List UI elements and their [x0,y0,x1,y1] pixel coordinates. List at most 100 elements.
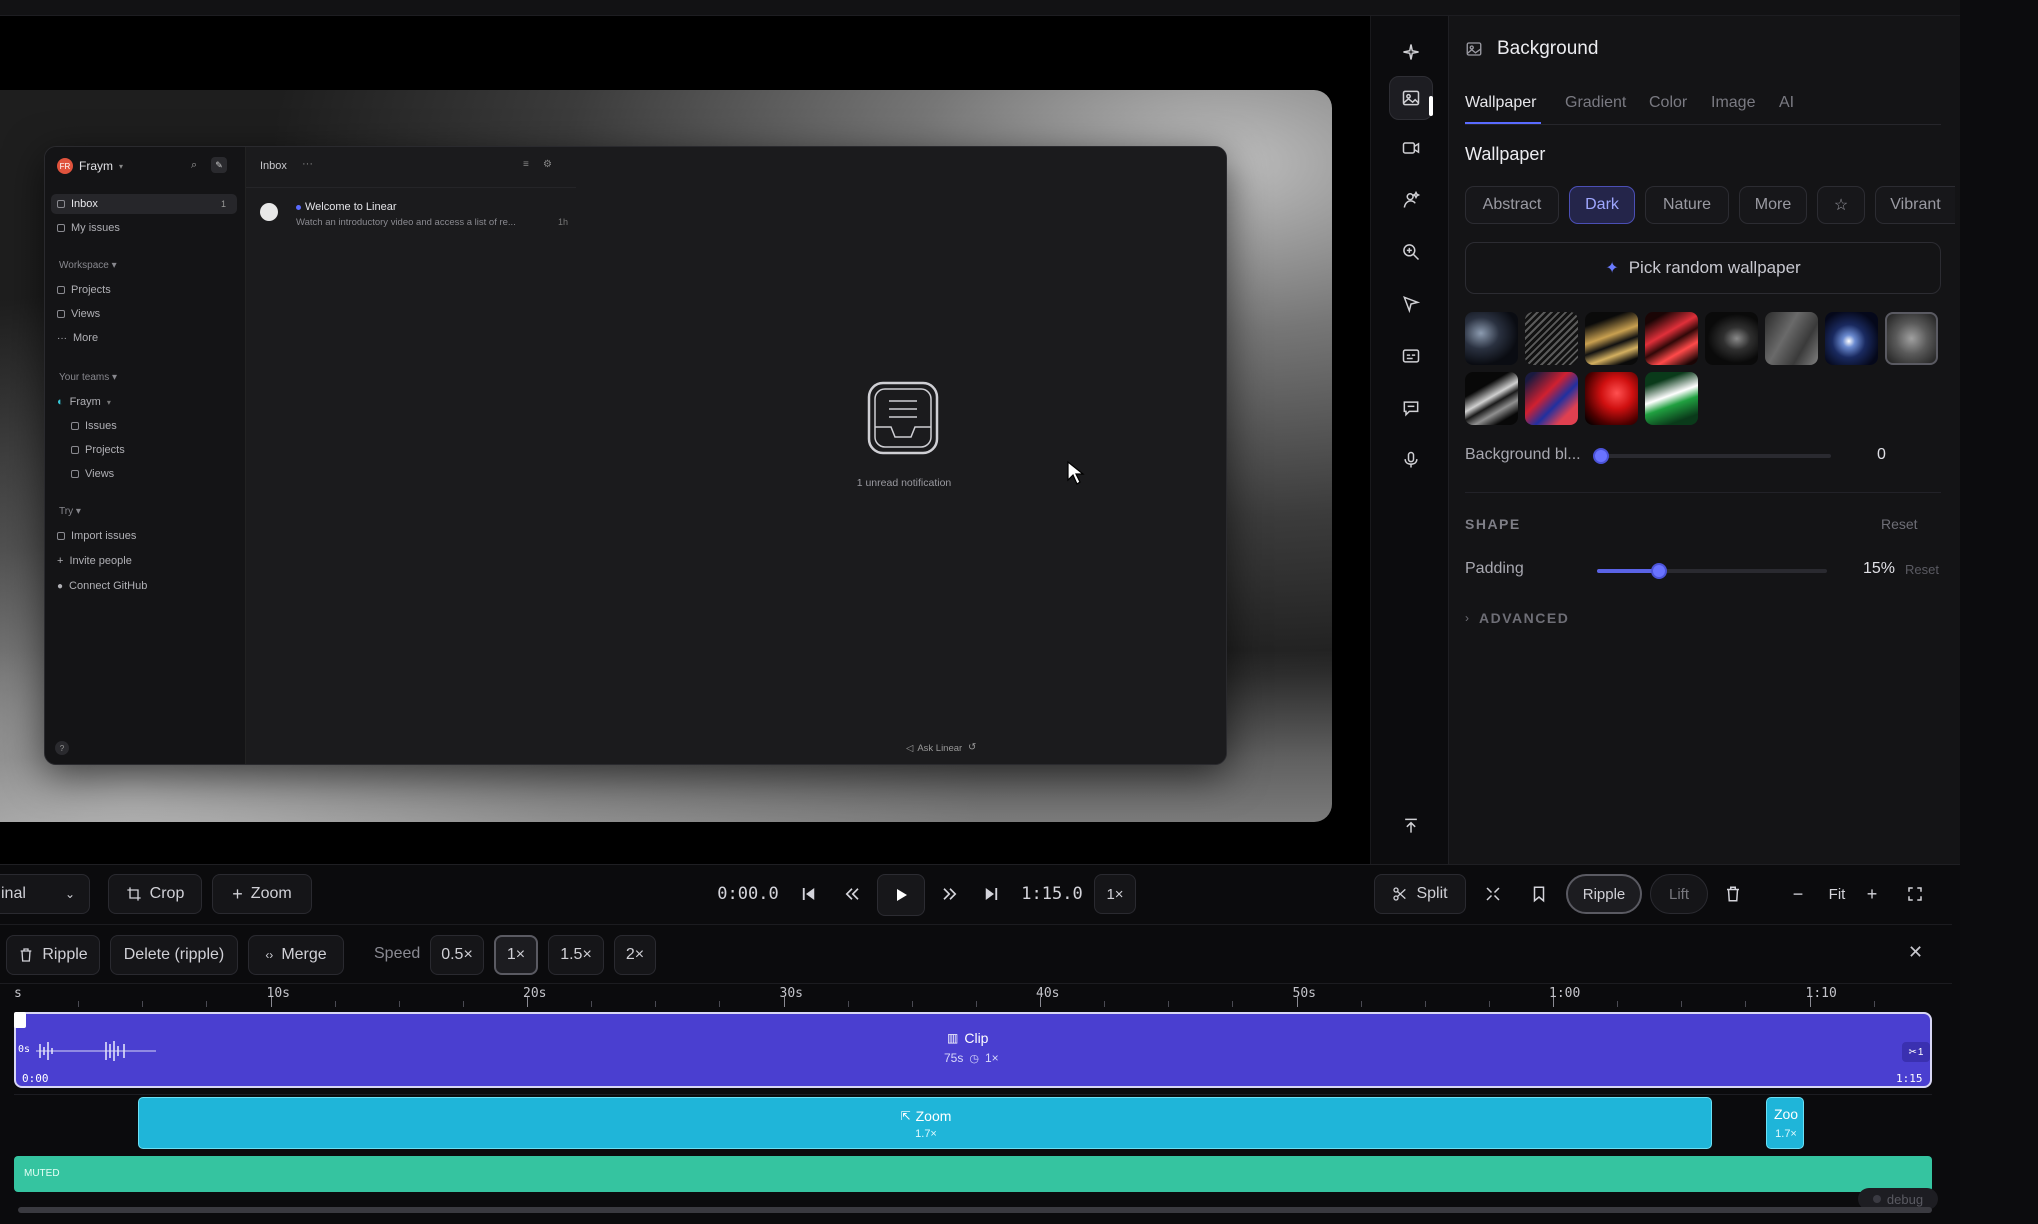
blur-slider-knob[interactable] [1593,448,1609,464]
teams-heading[interactable]: Your teams ▾ [59,372,117,383]
playhead-handle[interactable] [14,1012,26,1028]
add-zoom-button[interactable]: + Zoom [212,874,312,914]
clip-split-marker[interactable]: ✂ 1 [1902,1042,1930,1062]
blur-slider-track[interactable] [1601,454,1831,458]
speed-option[interactable]: 1.5× [548,935,604,975]
audio-tool[interactable] [1389,438,1433,482]
message-row[interactable]: Welcome to Linear [296,201,397,213]
zoom-segment-small[interactable]: Zoo 1.7× [1766,1097,1804,1149]
background-tool[interactable] [1389,76,1433,120]
cursor-tool[interactable] [1389,282,1433,326]
wallpaper-thumb[interactable] [1465,312,1518,365]
skip-to-start-button[interactable] [796,872,822,916]
ripple-mode-button[interactable]: Ripple [1566,874,1642,914]
fast-forward-button[interactable] [936,872,964,916]
wallpaper-thumb[interactable] [1465,372,1518,425]
ruler-major-tick [527,997,528,1007]
avatar-tool[interactable] [1389,178,1433,222]
filter-icon[interactable]: ≡ [523,159,529,170]
history-icon[interactable]: ↺ [968,742,976,753]
padding-reset-button[interactable]: Reset [1905,562,1939,577]
wallpaper-thumb[interactable] [1705,312,1758,365]
split-button[interactable]: Split [1374,874,1466,914]
comments-tool[interactable] [1389,386,1433,430]
tab-ai[interactable]: AI [1779,94,1794,112]
category-abstract[interactable]: Abstract [1465,186,1559,224]
nav-item-more[interactable]: ··· More [57,332,98,344]
zoom-tool[interactable] [1389,230,1433,274]
display-options-icon[interactable]: ⚙ [543,159,552,170]
wallpaper-thumb-selected[interactable] [1885,312,1938,365]
wallpaper-thumb[interactable] [1525,312,1578,365]
favorites-chip[interactable]: ☆ [1817,186,1865,224]
fullscreen-button[interactable] [1902,872,1928,916]
pick-random-wallpaper-button[interactable]: ✦ Pick random wallpaper [1465,242,1941,294]
speed-option[interactable]: 0.5× [430,935,484,975]
rewind-button[interactable] [838,872,866,916]
play-button[interactable] [877,874,925,916]
nav-item-my-issues[interactable]: My issues [57,222,120,234]
speed-option-selected[interactable]: 1× [494,935,538,975]
compose-icon[interactable]: ✎ [211,157,227,173]
skip-to-end-button[interactable] [978,872,1004,916]
nav-item-projects[interactable]: Projects [57,284,111,296]
zoom-out-button[interactable]: − [1786,872,1810,916]
delete-ripple-button[interactable]: Delete (ripple) [110,935,238,975]
try-item-invite[interactable]: + Invite people [57,555,132,567]
nav-item-inbox[interactable]: Inbox [57,198,98,210]
category-nature[interactable]: Nature [1645,186,1729,224]
shape-reset-button[interactable]: Reset [1881,516,1918,532]
video-clip-segment[interactable]: 0s 0:00 ▥ Clip 75s ◷ 1× ✂ 1 1:15 [14,1012,1932,1088]
padding-slider-knob[interactable] [1651,563,1668,579]
zoom-in-button[interactable]: + [1860,872,1884,916]
audio-track-segment[interactable]: MUTED [14,1156,1932,1192]
category-more[interactable]: More [1739,186,1807,224]
ripple-delete-mode-button[interactable]: Ripple [6,935,100,975]
category-dark[interactable]: Dark [1569,186,1635,224]
ask-linear-button[interactable]: ◁ Ask Linear [906,743,962,754]
zoom-segment[interactable]: ⇱ Zoom 1.7× [138,1097,1712,1149]
crop-button[interactable]: Crop [108,874,202,914]
wallpaper-thumb[interactable] [1765,312,1818,365]
try-item-github[interactable]: ● Connect GitHub [57,580,147,592]
speed-option[interactable]: 2× [614,935,656,975]
camera-tool[interactable] [1389,126,1433,170]
try-item-import[interactable]: Import issues [57,530,136,542]
team-item-issues[interactable]: Issues [71,420,117,432]
playback-speed-button[interactable]: 1× [1094,874,1136,914]
workspace-switcher[interactable]: FR Fraym ▾ [57,158,123,174]
delete-button[interactable] [1720,872,1746,916]
wallpaper-thumb[interactable] [1645,372,1698,425]
team-item-projects[interactable]: Projects [71,444,125,456]
trim-button[interactable] [1480,872,1506,916]
horizontal-scrollbar[interactable] [18,1207,1932,1213]
collapse-tool[interactable] [1389,804,1433,848]
wallpaper-thumb[interactable] [1825,312,1878,365]
inbox-more-icon[interactable]: ··· [302,158,313,170]
bookmark-button[interactable] [1526,872,1552,916]
help-icon[interactable]: ? [55,741,69,755]
workspace-heading[interactable]: Workspace ▾ [59,260,117,271]
aspect-ratio-select[interactable]: inal ⌄ [0,874,90,914]
fit-button[interactable]: Fit [1822,872,1852,916]
nav-item-views[interactable]: Views [57,308,100,320]
advanced-toggle[interactable]: › ADVANCED [1465,610,1569,626]
try-heading[interactable]: Try ▾ [59,506,81,517]
captions-tool[interactable] [1389,334,1433,378]
search-icon[interactable]: ⌕ [191,159,197,172]
wallpaper-thumb[interactable] [1525,372,1578,425]
team-item-views[interactable]: Views [71,468,114,480]
tab-color[interactable]: Color [1649,94,1687,112]
wallpaper-thumb[interactable] [1645,312,1698,365]
merge-button[interactable]: ‹› Merge [248,935,344,975]
lift-mode-button[interactable]: Lift [1650,874,1708,914]
tab-image[interactable]: Image [1711,94,1755,112]
sparkle-tool[interactable] [1389,30,1433,74]
wallpaper-thumb[interactable] [1585,372,1638,425]
close-icon[interactable]: ✕ [1908,942,1923,963]
tab-gradient[interactable]: Gradient [1565,94,1626,112]
category-vibrant[interactable]: Vibrant [1875,186,1955,224]
wallpaper-thumb[interactable] [1585,312,1638,365]
team-item[interactable]: ◐ Fraym ▾ [57,396,111,408]
tab-wallpaper[interactable]: Wallpaper [1465,94,1536,112]
